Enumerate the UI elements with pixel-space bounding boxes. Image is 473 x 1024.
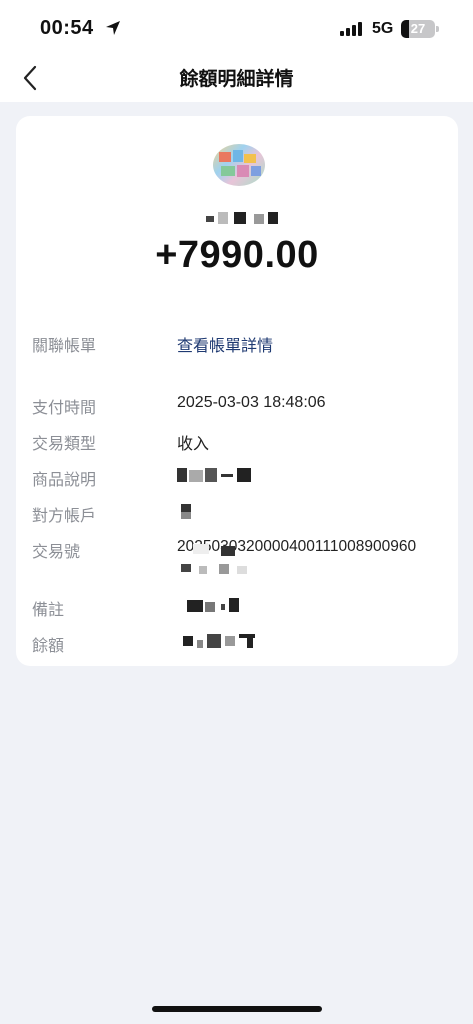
transaction-detail-card: +7990.00 關聯帳單 查看帳單詳情 支付時間 2025-03-03 18:… <box>16 116 458 666</box>
counterparty-name-redacted <box>206 212 278 224</box>
transaction-number-redacted <box>177 544 257 580</box>
transaction-amount: +7990.00 <box>155 234 319 276</box>
description-redacted <box>177 468 253 482</box>
remark-label: 備註 <box>32 602 65 619</box>
network-type: 5G <box>372 20 394 37</box>
battery-cap <box>436 26 439 32</box>
nav-bar: 餘額明細詳情 <box>0 58 473 102</box>
remark-redacted <box>177 598 241 612</box>
status-bar: 00:54 5G 27 <box>0 0 473 58</box>
status-time: 00:54 <box>40 17 94 39</box>
home-indicator[interactable] <box>152 1006 322 1012</box>
description-label: 商品說明 <box>32 472 97 489</box>
view-bill-link[interactable]: 查看帳單詳情 <box>177 332 273 356</box>
linked-bill-label: 關聯帳單 <box>32 338 97 355</box>
avatar <box>213 144 265 186</box>
transaction-number-label: 交易號 <box>32 544 81 561</box>
battery-level: 27 <box>410 21 426 36</box>
transaction-type-label: 交易類型 <box>32 436 97 453</box>
page-title: 餘額明細詳情 <box>179 69 294 90</box>
counterparty-account-label: 對方帳戶 <box>32 508 97 525</box>
balance-redacted <box>177 634 259 648</box>
location-arrow-icon <box>106 21 120 35</box>
pay-time-value: 2025-03-03 18:48:06 <box>177 394 326 411</box>
transaction-type-value: 收入 <box>177 436 210 453</box>
battery-icon: 27 <box>401 20 435 38</box>
signal-icon <box>340 22 362 36</box>
balance-label: 餘額 <box>32 638 65 655</box>
counterparty-account-redacted <box>177 504 193 519</box>
pay-time-label: 支付時間 <box>32 400 97 417</box>
